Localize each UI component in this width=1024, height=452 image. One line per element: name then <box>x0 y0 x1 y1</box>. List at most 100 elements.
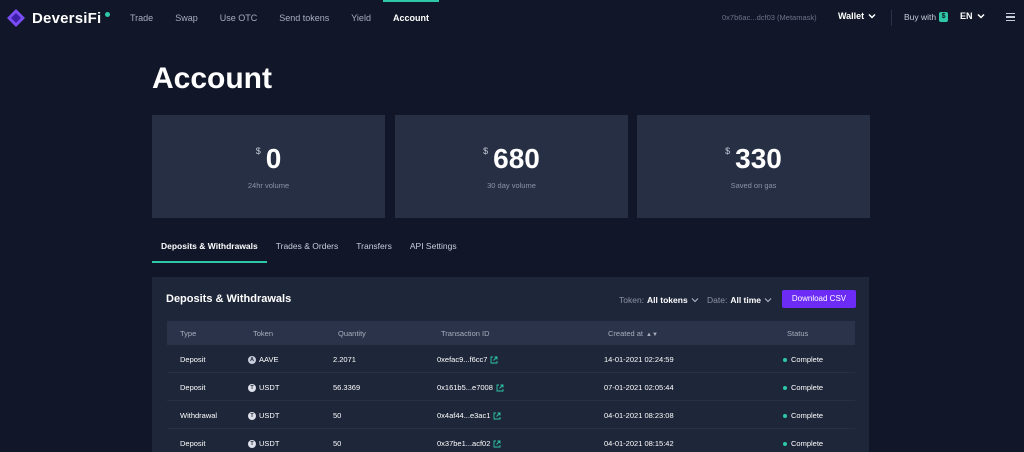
aave-token-icon: A <box>248 355 256 364</box>
cell-transaction-id[interactable]: 0x4af44...e3ac1 <box>437 411 501 420</box>
wallet-label: Wallet <box>838 11 865 21</box>
chevron-down-icon <box>691 298 699 303</box>
cell-status: Complete <box>783 383 823 392</box>
stat-card-30-day-volume: $680 30 day volume <box>395 115 628 218</box>
table-header: Type Token Quantity Transaction ID Creat… <box>167 321 855 345</box>
token-filter-label: Token: <box>619 295 645 305</box>
stat-label: Saved on gas <box>730 181 777 190</box>
stat-label: 30 day volume <box>487 181 536 190</box>
currency-symbol: $ <box>725 146 731 156</box>
cell-created-at: 14-01-2021 02:24:59 <box>604 355 674 364</box>
stat-label: 24hr volume <box>247 181 290 190</box>
stat-value: 0 <box>265 143 282 174</box>
nav-link-account[interactable]: Account <box>382 0 439 36</box>
cell-status: Complete <box>783 411 823 420</box>
stat-card-24hr-volume: $0 24hr volume <box>152 115 385 218</box>
column-header-created-at[interactable]: Created at ▲▼ <box>608 329 658 338</box>
status-label: Complete <box>791 383 824 392</box>
token-label: USDT <box>259 439 280 448</box>
token-label: AAVE <box>259 355 279 364</box>
cell-type: Deposit <box>180 355 206 364</box>
language-selector[interactable]: EN <box>960 11 985 21</box>
table-row: Withdrawal T USDT 50 0x4af44...e3ac1 04-0… <box>167 401 855 429</box>
token-label: USDT <box>259 383 280 392</box>
transaction-id: 0x37be1...acf02 <box>437 439 491 448</box>
cell-transaction-id[interactable]: 0x161b5...e7008 <box>437 383 504 392</box>
cell-token: T USDT <box>248 383 279 392</box>
nav-divider <box>891 10 892 26</box>
date-filter[interactable]: Date: All time <box>707 295 772 305</box>
hamburger-menu-icon[interactable] <box>1006 13 1015 21</box>
cell-created-at: 04-01-2021 08:23:08 <box>604 411 674 420</box>
cell-transaction-id[interactable]: 0xefac9...f6cc7 <box>437 355 498 364</box>
status-complete-dot <box>783 385 787 390</box>
brand-dot <box>105 11 111 17</box>
language-label: EN <box>960 11 973 21</box>
cell-status: Complete <box>783 355 823 364</box>
cell-transaction-id[interactable]: 0x37be1...acf02 <box>437 439 501 448</box>
token-filter[interactable]: Token: All tokens <box>619 295 699 305</box>
table-row: Deposit T USDT 50 0x37be1...acf02 04-01-2… <box>167 429 855 452</box>
column-header-transaction-id[interactable]: Transaction ID <box>441 329 490 338</box>
tab-transfers[interactable]: Transfers <box>347 233 401 263</box>
buy-with-button[interactable]: Buy with $ <box>904 12 949 22</box>
nav-link-send-tokens[interactable]: Send tokens <box>279 0 329 36</box>
cell-type: Withdrawal <box>180 411 218 420</box>
status-label: Complete <box>791 355 824 364</box>
top-nav: DeversiFi Trade Swap Use OTC Send tokens… <box>0 0 1024 36</box>
nav-link-yield[interactable]: Yield <box>351 0 371 36</box>
tab-trades-orders[interactable]: Trades & Orders <box>267 233 348 263</box>
cell-token: A AAVE <box>248 355 278 364</box>
nav-link-use-otc[interactable]: Use OTC <box>220 0 258 36</box>
token-filter-value: All tokens <box>647 295 688 305</box>
status-label: Complete <box>791 411 824 420</box>
column-header-token[interactable]: Token <box>253 329 273 338</box>
page-title: Account <box>152 62 272 95</box>
column-header-quantity[interactable]: Quantity <box>338 329 366 338</box>
external-link-icon[interactable] <box>493 412 501 420</box>
date-filter-value: All time <box>730 295 762 305</box>
currency-symbol: $ <box>255 146 261 156</box>
cell-type: Deposit <box>180 383 206 392</box>
cell-created-at: 07-01-2021 02:05:44 <box>604 383 674 392</box>
wallet-address: 0x7b6ac...dcf03 (Metamask) <box>722 13 817 22</box>
nav-links: Trade Swap Use OTC Send tokens Yield Acc… <box>130 0 451 36</box>
currency-symbol: $ <box>483 146 489 156</box>
nav-link-trade[interactable]: Trade <box>130 0 153 36</box>
cell-quantity: 50 <box>333 411 342 420</box>
stat-value: 330 <box>735 143 782 174</box>
logo[interactable]: DeversiFi <box>6 8 111 28</box>
transaction-id: 0x4af44...e3ac1 <box>437 411 491 420</box>
cell-quantity: 50 <box>333 439 342 448</box>
sort-icon: ▲▼ <box>646 332 658 338</box>
download-csv-button[interactable]: Download CSV <box>782 290 856 308</box>
external-link-icon[interactable] <box>496 384 504 392</box>
column-header-status[interactable]: Status <box>787 329 808 338</box>
tab-deposits-withdrawals[interactable]: Deposits & Withdrawals <box>152 233 267 263</box>
token-label: USDT <box>259 411 280 420</box>
created-at-label: Created at <box>608 329 644 338</box>
chevron-down-icon <box>976 13 985 19</box>
brand-name: DeversiFi <box>32 9 102 27</box>
column-header-type[interactable]: Type <box>180 329 196 338</box>
cell-quantity: 2.2071 <box>333 355 356 364</box>
deposits-withdrawals-panel: Deposits & Withdrawals Token: All tokens… <box>152 277 869 452</box>
external-link-icon[interactable] <box>493 440 501 448</box>
deversifi-logo-icon <box>6 8 26 28</box>
usdt-token-icon: T <box>248 411 256 420</box>
external-link-icon[interactable] <box>490 356 498 364</box>
cell-status: Complete <box>783 439 823 448</box>
buy-with-label: Buy with <box>904 12 937 22</box>
tab-api-settings[interactable]: API Settings <box>401 233 466 263</box>
wallet-dropdown[interactable]: Wallet <box>838 11 876 21</box>
cell-quantity: 56.3369 <box>333 383 361 392</box>
stat-card-saved-on-gas: $330 Saved on gas <box>637 115 870 218</box>
status-complete-dot <box>783 413 787 418</box>
dollar-icon: $ <box>939 12 949 22</box>
cell-token: T USDT <box>248 439 279 448</box>
nav-link-swap[interactable]: Swap <box>175 0 198 36</box>
table-row: Deposit T USDT 56.3369 0x161b5...e7008 07… <box>167 373 855 401</box>
usdt-token-icon: T <box>248 383 256 392</box>
status-label: Complete <box>791 439 824 448</box>
chevron-down-icon <box>764 298 772 303</box>
